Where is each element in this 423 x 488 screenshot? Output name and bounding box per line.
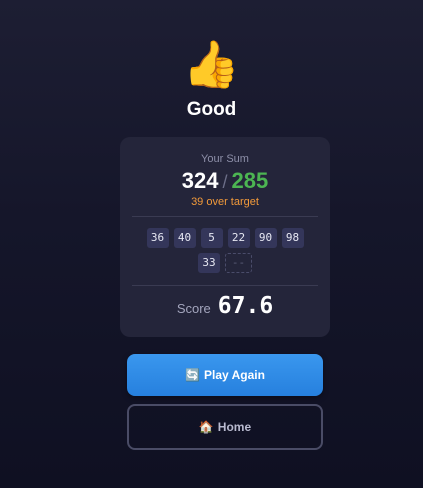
play-again-button[interactable]: 🔄 Play Again: [127, 354, 323, 396]
thumbs-up-icon: 👍: [182, 37, 241, 91]
play-again-label: Play Again: [204, 368, 265, 382]
home-icon: 🏠: [198, 420, 214, 434]
divider: [132, 285, 318, 286]
empty-slot: --: [225, 253, 252, 273]
number-chips: 36 40 5 22 90 98 33 --: [138, 228, 312, 273]
number-chip: 33: [198, 253, 220, 273]
number-chip: 98: [281, 228, 304, 248]
sum-separator: /: [222, 172, 228, 192]
sum-label: Your Sum: [201, 153, 249, 165]
home-label: Home: [217, 420, 252, 434]
number-chip: 40: [173, 228, 196, 248]
refresh-icon: 🔄: [185, 368, 201, 382]
result-emoji: 👍: [0, 38, 423, 90]
score-label: Score: [176, 301, 211, 316]
over-target-text: 39 over target: [191, 196, 259, 208]
score-value: 67.6: [217, 293, 274, 319]
target-value: 285: [231, 168, 269, 193]
result-card: Your Sum 324/285 39 over target 36 40 5 …: [120, 137, 330, 337]
result-title: Good: [186, 99, 237, 120]
number-chip: 90: [254, 228, 277, 248]
divider: [132, 216, 318, 217]
home-button[interactable]: 🏠 Home: [127, 404, 323, 450]
sum-value: 324: [181, 168, 219, 193]
number-chip: 22: [227, 228, 250, 248]
sum-row: 324/285: [120, 167, 330, 196]
number-chip: 5: [200, 228, 223, 248]
number-chip: 36: [146, 228, 169, 248]
score-row: Score 67.6: [120, 293, 330, 319]
